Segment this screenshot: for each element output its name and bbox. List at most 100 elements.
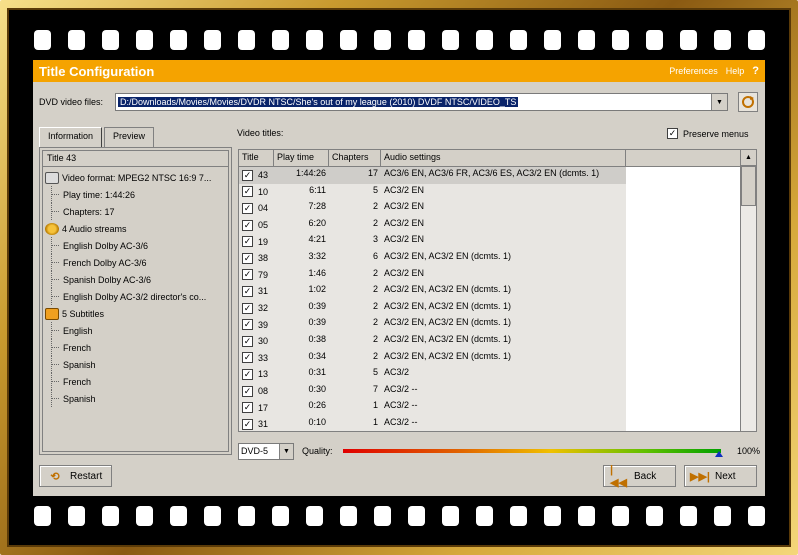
tree-group[interactable]: 4 Audio streams [43,220,228,237]
tree-item[interactable]: Play time: 1:44:26 [43,186,228,203]
vertical-scrollbar[interactable]: ▲ [740,150,756,431]
film-hole [611,506,629,526]
tree-group[interactable]: Video format: MPEG2 NTSC 16:9 7... [43,169,228,186]
table-row[interactable]: ✓ 39 0:39 2 AC3/2 EN, AC3/2 EN (dcmts. 1) [239,316,756,333]
play-time-cell: 6:20 [308,217,326,228]
audio-settings-cell: AC3/2 -- [384,416,418,427]
row-checkbox[interactable]: ✓ [242,252,253,264]
table-row[interactable]: ✓ 79 1:46 2 AC3/2 EN [239,266,756,284]
preferences-link[interactable]: Preferences [669,66,718,76]
tree-item[interactable]: Spanish [43,390,228,407]
row-checkbox[interactable]: ✓ [242,236,253,248]
table-row[interactable]: ✓ 08 0:30 7 AC3/2 -- [239,382,756,400]
row-checkbox[interactable]: ✓ [242,335,253,347]
play-time-cell: 0:30 [308,383,326,394]
row-empty-area [626,283,742,300]
column-header-audio-settings[interactable]: Audio settings [381,150,626,166]
title-cell: ✓ 30 [239,333,274,350]
app-window: Title Configuration Preferences Help ? D… [33,60,765,496]
row-empty-area [626,366,742,383]
next-button[interactable]: ▶▶| Next [684,465,757,487]
film-hole [577,506,595,526]
scroll-thumb[interactable] [741,166,756,206]
tree-item[interactable]: Spanish Dolby AC-3/6 [43,271,228,288]
tab-information[interactable]: Information [39,127,103,148]
title-number: 30 [258,336,269,347]
tree-group[interactable]: 5 Subtitles [43,305,228,322]
table-row[interactable]: ✓ 19 4:21 3 AC3/2 EN [239,233,756,250]
table-row[interactable]: ✓ 17 0:26 1 AC3/2 -- [239,399,756,416]
film-hole [611,30,629,50]
column-header-title[interactable]: Title [239,150,274,166]
scroll-up-icon[interactable]: ▲ [741,150,756,166]
title-number: 13 [258,369,269,380]
chapters-cell: 2 [372,333,378,344]
row-checkbox[interactable]: ✓ [242,352,253,364]
row-checkbox[interactable]: ✓ [242,202,253,214]
row-checkbox[interactable]: ✓ [242,418,253,430]
back-button[interactable]: |◀◀ Back [603,464,676,489]
table-row[interactable]: ✓ 43 1:44:26 17 AC3/6 EN, AC3/6 FR, AC3/6 ES… [239,167,756,184]
help-link[interactable]: Help [726,66,745,76]
dvd-path-combobox[interactable]: D:/Downloads/Movies/Movies/DVDR NTSC/She… [115,93,728,111]
tab-preview[interactable]: Preview [104,127,155,147]
film-hole [373,30,391,50]
title-number: 17 [258,402,269,413]
row-checkbox[interactable]: ✓ [242,269,253,281]
tree-item[interactable]: English Dolby AC-3/2 director's co... [43,288,228,305]
table-row[interactable]: ✓ 13 0:31 5 AC3/2 [239,366,756,383]
play-time-cell: 0:39 [308,317,326,328]
row-checkbox[interactable]: ✓ [242,402,253,414]
chapters-cell: 2 [372,267,378,278]
tree-item[interactable]: French Dolby AC-3/6 [43,254,228,271]
disc-type-select[interactable]: DVD-5 ▼ [238,442,294,460]
tree-item[interactable]: French [43,373,228,390]
chapters-cell: 2 [372,217,378,228]
row-checkbox[interactable]: ✓ [242,368,253,380]
browse-button[interactable] [738,92,758,112]
title-number: 31 [258,286,269,297]
film-hole [747,506,765,526]
dvd-path-value[interactable]: D:/Downloads/Movies/Movies/DVDR NTSC/She… [118,97,519,107]
film-hole [271,30,289,50]
skip-forward-icon: ▶▶| [690,470,710,483]
table-row[interactable]: ✓ 05 6:20 2 AC3/2 EN [239,216,756,234]
preserve-menus-option[interactable]: ✓ Preserve menus [667,128,749,139]
film-hole [679,506,697,526]
table-row[interactable]: ✓ 38 3:32 6 AC3/2 EN, AC3/2 EN (dcmts. 1) [239,249,756,267]
audio-settings-cell: AC3/2 EN, AC3/2 EN (dcmts. 1) [384,284,512,295]
table-row[interactable]: ✓ 31 0:10 1 AC3/2 -- [239,415,756,431]
restart-label: Restart [70,470,103,482]
restart-button[interactable]: ⟲ Restart [39,465,112,487]
table-row[interactable]: ✓ 10 6:11 5 AC3/2 EN [239,183,756,201]
tree-item[interactable]: Chapters: 17 [43,203,228,220]
table-row[interactable]: ✓ 32 0:39 2 AC3/2 EN, AC3/2 EN (dcmts. 1) [239,299,756,317]
tree-item[interactable]: Spanish [43,356,228,373]
row-checkbox[interactable]: ✓ [242,385,253,397]
table-row[interactable]: ✓ 30 0:38 2 AC3/2 EN, AC3/2 EN (dcmts. 1) [239,332,756,350]
preserve-menus-checkbox[interactable]: ✓ [667,128,678,139]
help-question-icon[interactable]: ? [752,65,759,77]
chevron-down-icon[interactable]: ▼ [711,94,727,110]
film-hole [169,506,187,526]
table-row[interactable]: ✓ 31 1:02 2 AC3/2 EN, AC3/2 EN (dcmts. 1) [239,283,756,300]
tree-item[interactable]: French [43,339,228,356]
row-checkbox[interactable]: ✓ [242,285,253,297]
row-checkbox[interactable]: ✓ [242,219,253,231]
row-checkbox[interactable]: ✓ [242,302,253,314]
row-checkbox[interactable]: ✓ [242,186,253,198]
tree-item[interactable]: English [43,322,228,339]
restart-arrow-icon: ⟲ [50,470,60,483]
table-row[interactable]: ✓ 04 7:28 2 AC3/2 EN [239,200,756,217]
audio-settings-cell: AC3/2 EN [384,267,425,278]
column-header-chapters[interactable]: Chapters [329,150,381,166]
title-cell: ✓ 10 [239,184,274,201]
row-checkbox[interactable]: ✓ [242,169,253,181]
title-number: 31 [258,419,269,430]
column-header-play-time[interactable]: Play time [274,150,329,166]
tree-item[interactable]: English Dolby AC-3/6 [43,237,228,254]
film-hole [203,30,221,50]
chevron-down-icon[interactable]: ▼ [278,443,293,459]
row-checkbox[interactable]: ✓ [242,319,253,331]
table-row[interactable]: ✓ 33 0:34 2 AC3/2 EN, AC3/2 EN (dcmts. 1) [239,349,756,367]
